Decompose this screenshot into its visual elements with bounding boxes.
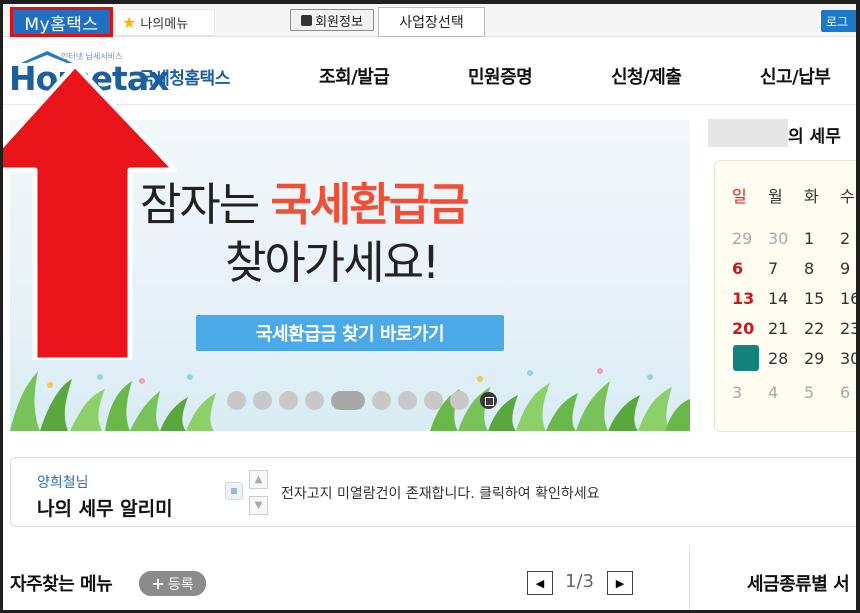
calendar-day[interactable]: 7	[768, 259, 804, 278]
login-button[interactable]: 로그	[821, 10, 860, 32]
refund-search-button[interactable]: 국세환급금 찾기 바로가기	[196, 315, 504, 351]
tax-calendar-title-text: 의 세무	[788, 127, 841, 147]
nav-report-pay[interactable]: 신고/납부	[760, 63, 831, 89]
slide-indicator-dot[interactable]	[253, 390, 272, 410]
alert-scroll-down-button[interactable]: ▼	[249, 496, 268, 515]
banner-headline-2: 찾아가세요!	[225, 236, 440, 289]
user-info-button[interactable]: 회원정보	[290, 9, 374, 31]
star-icon: ★	[122, 13, 137, 32]
top-utility-bar: My홈택스 ★ 나의메뉴 회원정보 사업장선택 로그	[3, 4, 860, 37]
section-divider	[689, 545, 690, 613]
calendar-week-row: 13 14 15 16	[732, 289, 860, 308]
slide-indicator-dot[interactable]	[450, 390, 469, 410]
register-favorite-button[interactable]: + 등록	[139, 571, 206, 596]
nav-inquiry-issue[interactable]: 조회/발급	[319, 63, 390, 89]
calendar-weekday-row: 일월화수	[732, 183, 860, 207]
business-select-button[interactable]: 사업장선택	[378, 7, 485, 37]
register-label: 등록	[167, 576, 194, 593]
today-highlight	[733, 345, 759, 371]
calendar-weekday: 일	[732, 187, 747, 206]
calendar-week-row: 6789	[732, 259, 860, 278]
slide-indicator-dot[interactable]	[372, 390, 391, 410]
calendar-day[interactable]: 8	[804, 259, 840, 278]
window-frame-right	[856, 0, 860, 613]
alert-message[interactable]: 전자고지 미열람건이 존재합니다. 클릭하여 확인하세요	[281, 483, 600, 503]
plus-icon: +	[151, 574, 165, 593]
slide-indicator-dot[interactable]	[279, 390, 298, 410]
calendar-day[interactable]: 28	[768, 349, 804, 368]
red-up-arrow-annotation	[0, 62, 178, 360]
calendar-day[interactable]: 5	[804, 383, 840, 402]
favorite-menu-title: 자주찾는 메뉴	[10, 574, 113, 595]
person-icon	[301, 14, 313, 26]
pause-icon[interactable]	[480, 391, 497, 409]
calendar-week-row: 20 21 22 23	[732, 319, 860, 338]
alert-bullet-icon	[225, 482, 243, 500]
pager-indicator: 1/3	[565, 571, 594, 592]
slide-indicators	[227, 390, 497, 410]
calendar-day[interactable]: 3	[732, 383, 768, 402]
calendar-week-row: 3456	[732, 383, 860, 402]
calendar-day[interactable]: 29	[732, 229, 768, 248]
slide-indicator-dot[interactable]	[424, 390, 443, 410]
slide-indicator-dot[interactable]	[398, 390, 417, 410]
calendar-day[interactable]: 20	[732, 319, 768, 338]
tax-alert-panel: 양희철님 나의 세무 알리미 ▲ ▼ 전자고지 미열람건이 존재합니다. 클릭하…	[10, 457, 860, 527]
my-hometax-tab[interactable]: My홈택스	[10, 7, 113, 37]
calendar-weekday: 월	[768, 187, 783, 206]
blurred-name	[708, 119, 788, 147]
banner-headline-1: 잠자는 국세환급금	[140, 168, 470, 233]
tax-calendar: 일월화수293012678913141516202122232728293034…	[714, 160, 860, 432]
calendar-day[interactable]: 15	[804, 289, 840, 308]
calendar-day[interactable]: 6	[732, 259, 768, 278]
nav-apply-submit[interactable]: 신청/제출	[611, 63, 682, 89]
calendar-week-row: 29 30 1 2	[732, 229, 860, 248]
calendar-day[interactable]: 13	[732, 289, 768, 308]
tax-type-title: 세금종류별 서	[747, 574, 850, 595]
calendar-day[interactable]: 30	[768, 229, 804, 248]
my-menu-tab[interactable]: ★ 나의메뉴	[115, 9, 215, 36]
slide-indicator-dot[interactable]	[305, 390, 324, 410]
nav-civil-certificate[interactable]: 민원증명	[468, 63, 533, 89]
window-frame-left	[0, 0, 3, 613]
window-frame-top	[0, 0, 860, 4]
calendar-day[interactable]: 14	[768, 289, 804, 308]
tax-calendar-title: 의 세무	[708, 119, 860, 147]
banner-headline-highlight: 국세환급금	[270, 178, 470, 231]
calendar-day[interactable]: 21	[768, 319, 804, 338]
alert-scroll-up-button[interactable]: ▲	[249, 470, 268, 489]
calendar-day[interactable]: 29	[804, 349, 840, 368]
slide-indicator-dot[interactable]	[227, 390, 246, 410]
alert-title: 나의 세무 알리미	[37, 498, 173, 520]
calendar-weekday: 화	[804, 187, 819, 206]
calendar-day[interactable]: 4	[768, 383, 804, 402]
calendar-day[interactable]: 1	[804, 229, 840, 248]
user-info-label: 회원정보	[315, 14, 363, 30]
alert-user-name: 양희철님	[37, 475, 89, 491]
my-menu-label: 나의메뉴	[140, 17, 189, 32]
pager-prev-button[interactable]: ◀	[527, 571, 553, 595]
slide-indicator-dot[interactable]	[331, 390, 365, 410]
pager-next-button[interactable]: ▶	[607, 571, 633, 595]
calendar-day[interactable]: 22	[804, 319, 840, 338]
